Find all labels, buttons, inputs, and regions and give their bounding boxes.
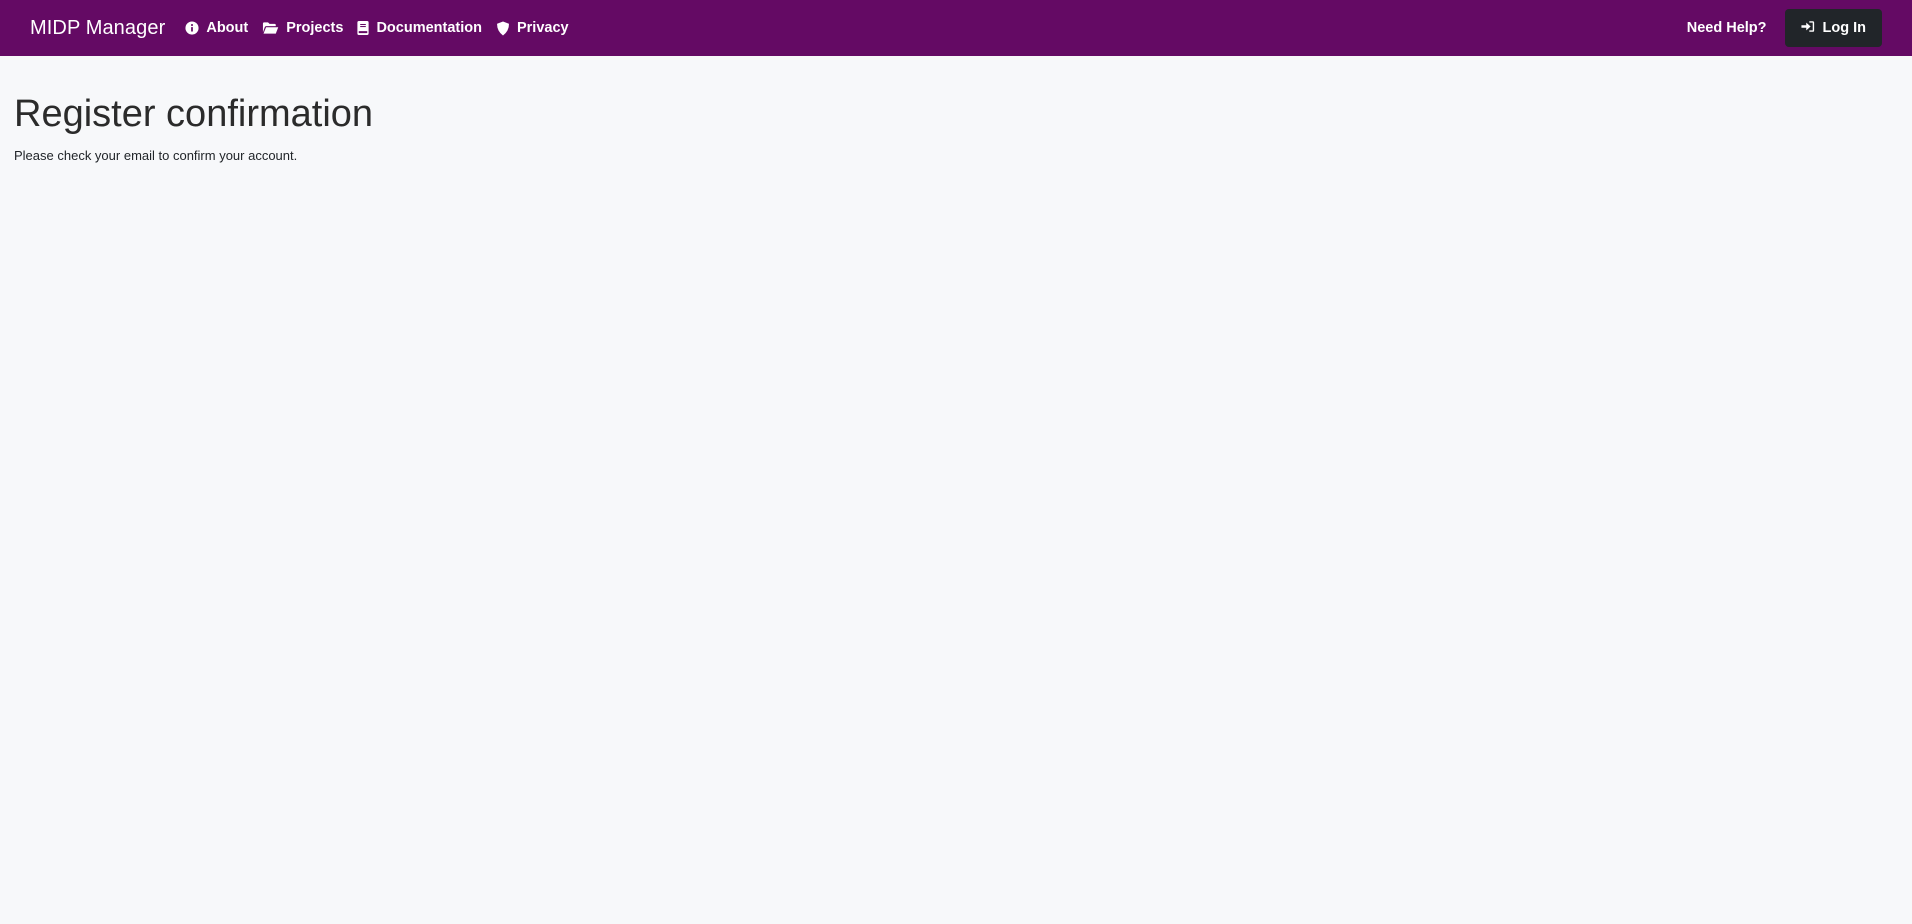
nav-link-projects-label: Projects [286,20,344,36]
page-title: Register confirmation [14,93,374,135]
main-content: Register confirmation Please check your … [0,56,1912,163]
nav-right: Need Help? Log In [1687,9,1882,47]
nav-link-about-label: About [206,20,249,36]
folder-open-icon [262,21,279,35]
nav-link-documentation-label: Documentation [376,20,482,36]
nav-link-documentation[interactable]: Documentation [357,20,482,36]
log-in-button[interactable]: Log In [1784,9,1882,47]
need-help-link[interactable]: Need Help? [1687,20,1767,36]
nav-link-privacy-label: Privacy [516,20,569,36]
nav-link-about[interactable]: About [185,20,248,36]
sign-in-icon [1800,20,1815,37]
nav-link-privacy[interactable]: Privacy [496,20,569,36]
log-in-label: Log In [1822,20,1867,36]
shield-icon [496,20,510,36]
info-circle-icon [185,21,199,35]
nav-link-projects[interactable]: Projects [262,20,343,36]
book-icon [357,21,370,35]
page: MIDP Manager About Projects Documentatio… [0,0,1912,924]
confirmation-message: Please check your email to confirm your … [14,147,298,163]
top-navbar: MIDP Manager About Projects Documentatio… [0,0,1912,56]
nav-links: About Projects Documentation Privacy [185,20,1686,36]
brand-link[interactable]: MIDP Manager [30,17,165,40]
